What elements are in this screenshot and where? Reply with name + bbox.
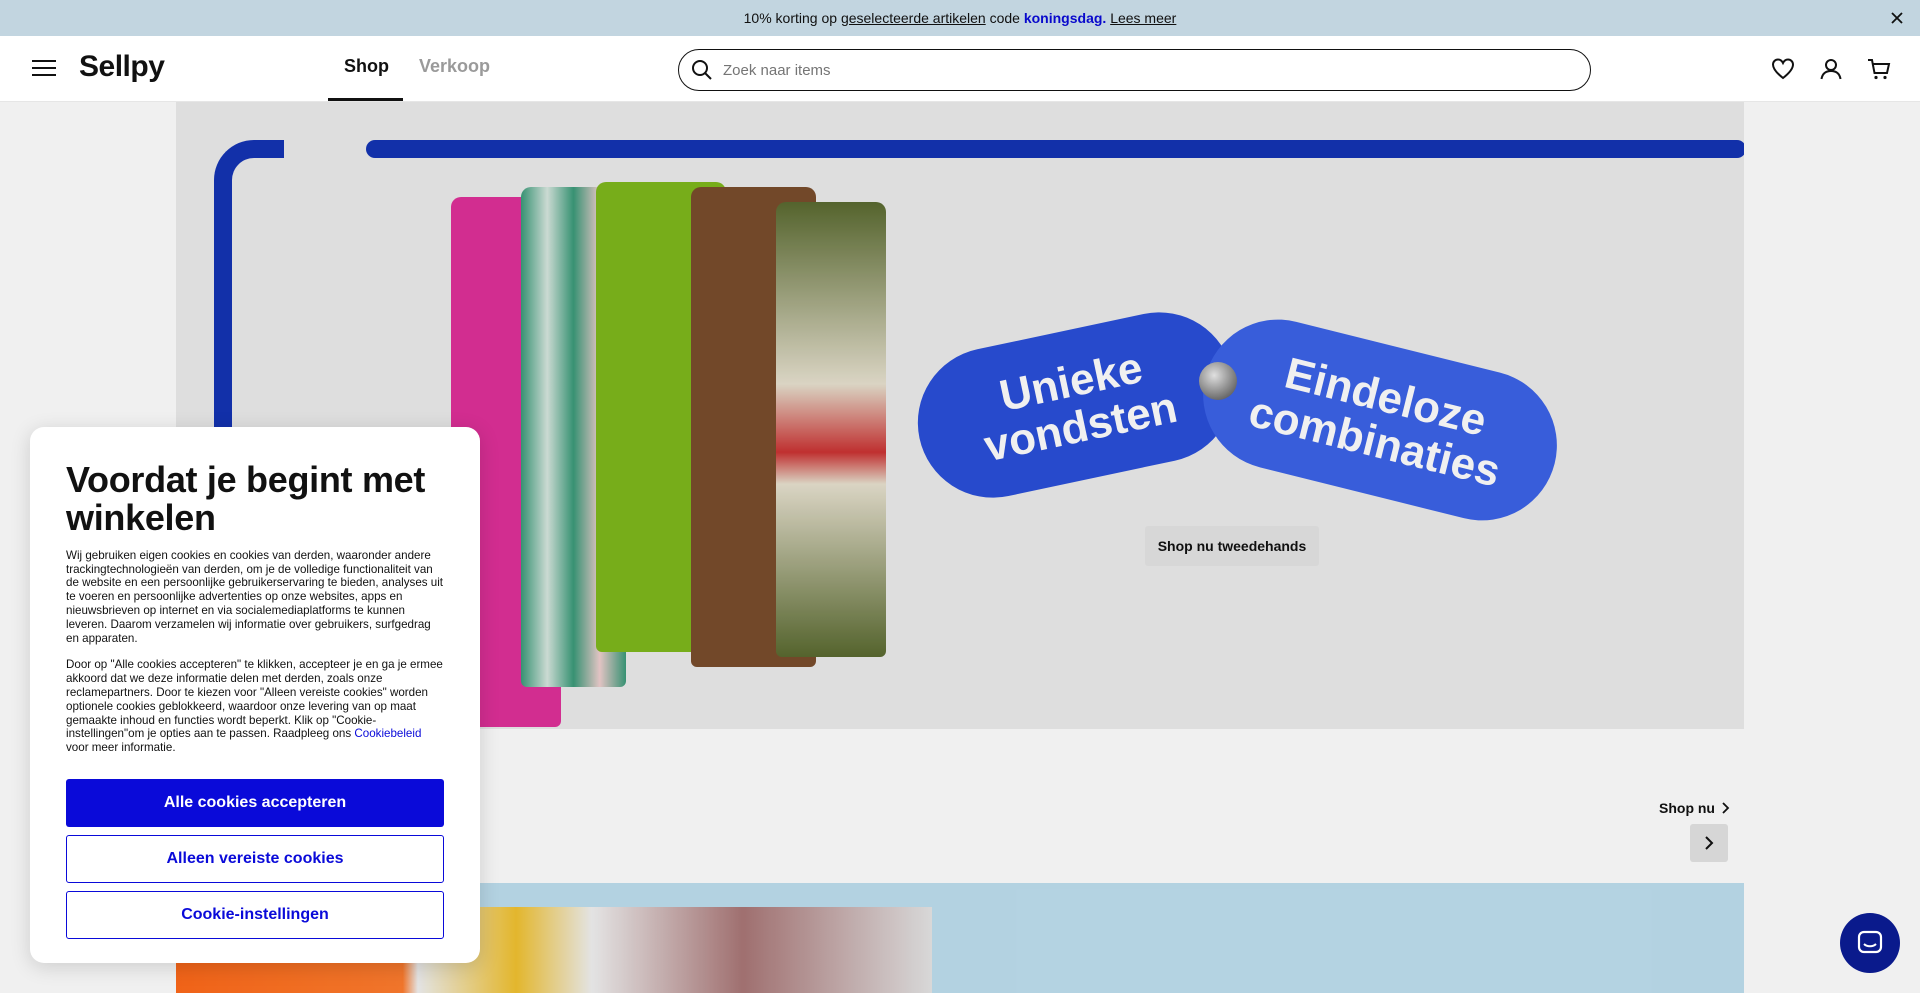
site-header: Sellpy Shop Verkoop: [0, 36, 1920, 102]
clothing-rail: [366, 140, 1744, 158]
required-cookies-only-button[interactable]: Alleen vereiste cookies: [66, 835, 444, 884]
clothing-rail-pipe: [214, 140, 284, 470]
active-tab-indicator: [328, 98, 403, 101]
accept-all-cookies-button[interactable]: Alle cookies accepteren: [66, 779, 444, 828]
cookie-policy-link[interactable]: Cookiebeleid: [354, 727, 421, 740]
heart-icon[interactable]: [1770, 56, 1796, 82]
chevron-right-icon: [1722, 802, 1730, 814]
chat-icon: [1857, 930, 1883, 954]
announcement-prefix: 10% korting op: [743, 10, 838, 26]
shop-now-link[interactable]: Shop nu: [1659, 800, 1731, 816]
announcement-more-link[interactable]: Lees meer: [1110, 10, 1176, 26]
close-icon[interactable]: [1888, 9, 1906, 27]
cart-icon[interactable]: [1866, 56, 1892, 82]
logo[interactable]: Sellpy: [79, 50, 165, 84]
user-icon[interactable]: [1818, 56, 1844, 82]
garment-knit-vest: [776, 202, 886, 657]
announcement-code-label: code: [989, 10, 1020, 26]
search-input[interactable]: [723, 61, 1543, 79]
shop-now-label: Shop nu: [1659, 800, 1715, 816]
tab-verkoop[interactable]: Verkoop: [419, 56, 490, 77]
announcement-link[interactable]: geselecteerde artikelen: [841, 10, 986, 26]
carousel-next-button[interactable]: [1690, 824, 1728, 862]
announcement-bar: 10% korting op geselecteerde artikelen c…: [0, 0, 1920, 36]
chevron-right-icon: [1705, 836, 1714, 850]
menu-icon[interactable]: [32, 58, 56, 78]
search-bar[interactable]: [678, 49, 1591, 91]
cookie-dialog-paragraph-2: Door op "Alle cookies accepteren" te kli…: [66, 658, 444, 755]
chat-button[interactable]: [1840, 913, 1900, 973]
cookie-consent-dialog: Voordat je begint met winkelen Wij gebru…: [30, 427, 480, 963]
cookie-paragraph-2-end: voor meer informatie.: [66, 741, 176, 755]
announcement-code: koningsdag.: [1023, 10, 1107, 26]
tab-shop[interactable]: Shop: [344, 56, 389, 77]
pin-icon: [1199, 362, 1237, 400]
cookie-dialog-paragraph-1: Wij gebruiken eigen cookies en cookies v…: [66, 548, 444, 646]
cookie-settings-button[interactable]: Cookie-instellingen: [66, 891, 444, 940]
search-icon: [692, 60, 712, 80]
cookie-dialog-title: Voordat je begint met winkelen: [66, 459, 426, 538]
shop-secondhand-button[interactable]: Shop nu tweedehands: [1145, 526, 1319, 566]
